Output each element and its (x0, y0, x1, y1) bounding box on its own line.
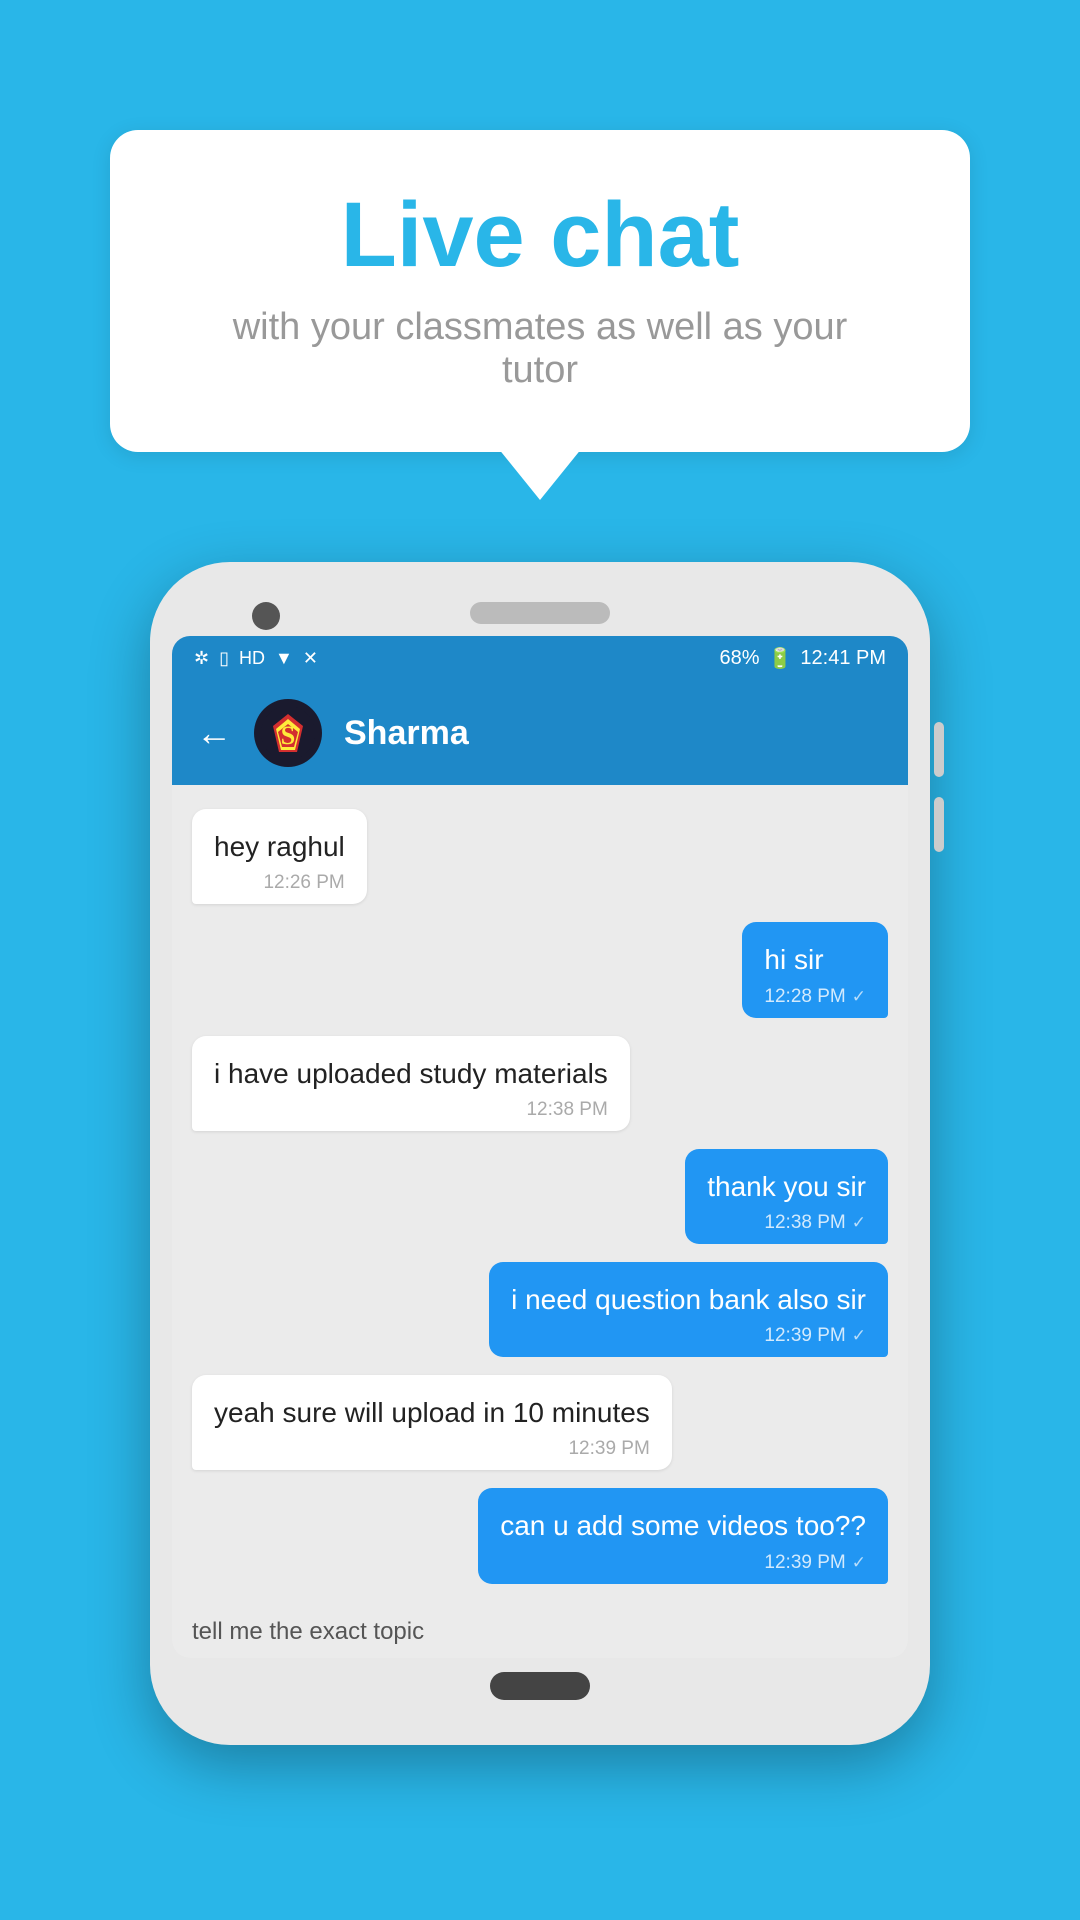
avatar: S (254, 699, 322, 767)
msg-text: can u add some videos too?? (500, 1506, 866, 1545)
vol-down (934, 797, 944, 852)
msg-time: 12:38 PM ✓ (707, 1212, 866, 1234)
msg-text: yeah sure will upload in 10 minutes (214, 1393, 650, 1432)
status-bar: ✲ ▯ HD ▼ ✕ 68% 🔋 12:41 PM (172, 636, 908, 681)
contact-name: Sharma (344, 714, 469, 753)
battery-icon: 🔋 (767, 646, 792, 671)
phone-outer: ✲ ▯ HD ▼ ✕ 68% 🔋 12:41 PM ← (150, 562, 930, 1744)
bubble-subtitle: with your classmates as well as your tut… (190, 306, 890, 392)
chat-message-msg7: can u add some videos too?? 12:39 PM ✓ (478, 1488, 888, 1583)
msg-text: thank you sir (707, 1167, 866, 1206)
check-icon: ✓ (852, 1553, 866, 1573)
msg-text: i have uploaded study materials (214, 1054, 608, 1093)
msg-time: 12:38 PM (214, 1099, 608, 1121)
msg-text: i need question bank also sir (511, 1280, 866, 1319)
status-right: 68% 🔋 12:41 PM (719, 646, 886, 671)
wifi-icon: ▼ (275, 648, 293, 669)
partial-message-strip: tell me the exact topic (172, 1608, 908, 1658)
clock: 12:41 PM (800, 647, 886, 670)
camera (252, 602, 280, 630)
mobile-data-icon: ✕ (303, 648, 318, 669)
msg-text: hey raghul (214, 827, 345, 866)
back-button[interactable]: ← (196, 712, 232, 754)
bluetooth-icon: ✲ (194, 648, 209, 669)
hd-label: HD (239, 648, 265, 669)
speech-bubble: Live chat with your classmates as well a… (110, 130, 970, 452)
phone-screen: ✲ ▯ HD ▼ ✕ 68% 🔋 12:41 PM ← (172, 636, 908, 1657)
home-button[interactable] (490, 1672, 590, 1700)
phone-mockup: ✲ ▯ HD ▼ ✕ 68% 🔋 12:41 PM ← (150, 562, 930, 1744)
msg-time: 12:26 PM (214, 872, 345, 894)
battery-percent: 68% (719, 647, 759, 670)
chat-message-msg3: i have uploaded study materials 12:38 PM (192, 1036, 630, 1131)
msg-time: 12:39 PM ✓ (511, 1325, 866, 1347)
volume-buttons (934, 722, 944, 852)
msg-text: hi sir (764, 940, 866, 979)
status-icons: ✲ ▯ HD ▼ ✕ (194, 648, 318, 669)
chat-message-msg2: hi sir 12:28 PM ✓ (742, 922, 888, 1017)
svg-text:S: S (281, 721, 295, 750)
signal-icon: ▯ (219, 648, 229, 669)
chat-area: hey raghul 12:26 PM hi sir 12:28 PM ✓ i … (172, 785, 908, 1607)
app-header: ← S Sharma (172, 681, 908, 785)
check-icon: ✓ (852, 1213, 866, 1233)
bubble-title: Live chat (190, 185, 890, 286)
phone-top-bar (172, 584, 908, 636)
chat-message-msg4: thank you sir 12:38 PM ✓ (685, 1149, 888, 1244)
chat-message-msg1: hey raghul 12:26 PM (192, 809, 367, 904)
msg-time: 12:39 PM ✓ (500, 1552, 866, 1574)
vol-up (934, 722, 944, 777)
check-icon: ✓ (852, 1326, 866, 1346)
speaker (470, 602, 610, 624)
msg-time: 12:28 PM ✓ (764, 986, 866, 1008)
chat-message-msg5: i need question bank also sir 12:39 PM ✓ (489, 1262, 888, 1357)
msg-time: 12:39 PM (214, 1438, 650, 1460)
chat-message-msg6: yeah sure will upload in 10 minutes 12:3… (192, 1375, 672, 1470)
check-icon: ✓ (852, 987, 866, 1007)
